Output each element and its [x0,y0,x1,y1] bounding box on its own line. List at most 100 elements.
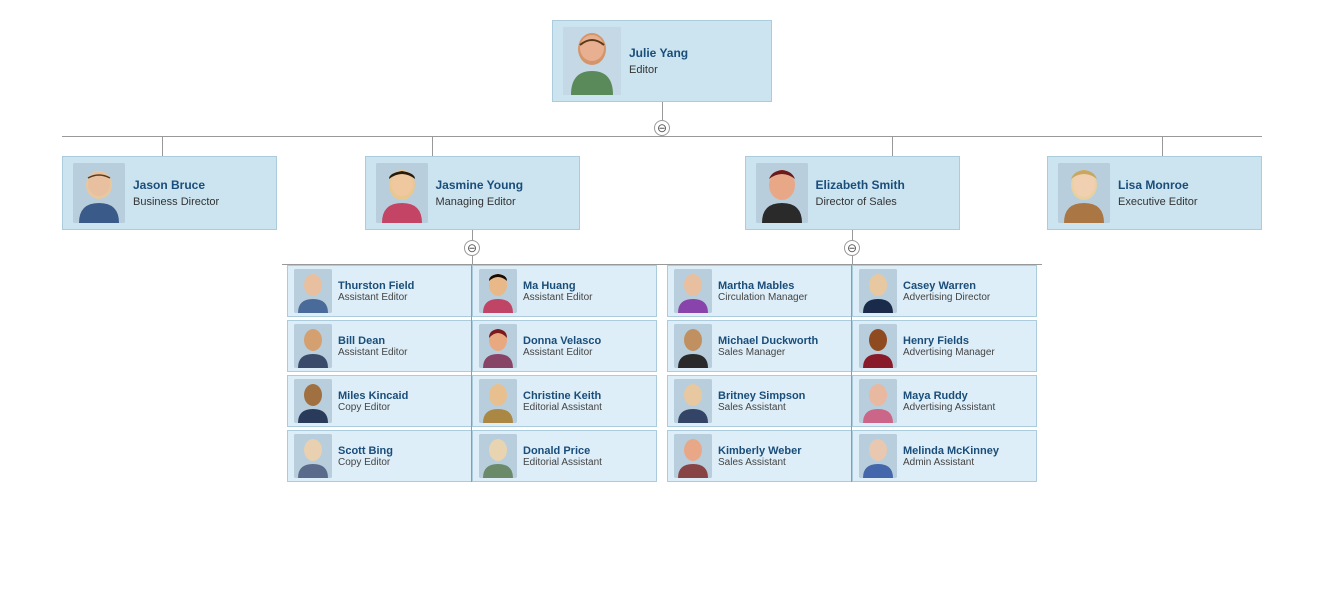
avatar-michael [674,324,712,368]
avatar-maya [859,379,897,423]
jasmine-children: Thurston Field Assistant Editor Bill Dea… [282,265,662,482]
avatar-miles [294,379,332,423]
level1-connector [62,136,1262,156]
card-britney: Britney Simpson Sales Assistant [667,375,852,427]
jasmine-toggle[interactable]: ⊖ [464,240,480,256]
title-michael: Sales Manager [718,347,845,358]
info-kimberly: Kimberly Weber Sales Assistant [718,445,845,468]
title-bill: Assistant Editor [338,347,465,358]
info-christine: Christine Keith Editorial Assistant [523,390,650,413]
info-donna: Donna Velasco Assistant Editor [523,335,650,358]
name-mahuang: Ma Huang [523,280,650,292]
name-kimberly: Kimberly Weber [718,445,845,457]
title-christine: Editorial Assistant [523,402,650,413]
name-bill: Bill Dean [338,335,465,347]
level1-row: Jason Bruce Business Director [62,156,1262,482]
card-thurston: Thurston Field Assistant Editor [287,265,472,317]
elizabeth-col0: Martha Mables Circulation Manager Michae… [662,265,852,482]
info-miles: Miles Kincaid Copy Editor [338,390,465,413]
info-casey: Casey Warren Advertising Director [903,280,1030,303]
jasmine-connector-v2 [472,256,473,264]
card-bill: Bill Dean Assistant Editor [287,320,472,372]
title-miles: Copy Editor [338,402,465,413]
card-lisa: Lisa Monroe Executive Editor [1047,156,1262,230]
elizabeth-connector-v2 [852,256,853,264]
jasmine-col1: Ma Huang Assistant Editor Donna Velasco [472,265,662,482]
card-jasmine: Jasmine Young Managing Editor [365,156,580,230]
title-donald: Editorial Assistant [523,457,650,468]
card-casey: Casey Warren Advertising Director [852,265,1037,317]
name-melinda: Melinda McKinney [903,445,1030,457]
card-christine: Christine Keith Editorial Assistant [472,375,657,427]
jasmine-connector-v [472,230,473,240]
name-jasmine: Jasmine Young [436,178,524,192]
info-melinda: Melinda McKinney Admin Assistant [903,445,1030,468]
name-britney: Britney Simpson [718,390,845,402]
info-mahuang: Ma Huang Assistant Editor [523,280,650,303]
name-maya: Maya Ruddy [903,390,1030,402]
org-chart: Julie Yang Editor ⊖ [0,0,1324,502]
avatar-thurston [294,269,332,313]
elizabeth-toggle[interactable]: ⊖ [844,240,860,256]
branch-jasmine: Jasmine Young Managing Editor ⊖ [282,156,662,482]
info-thurston: Thurston Field Assistant Editor [338,280,465,303]
avatar-scott [294,434,332,478]
info-elizabeth: Elizabeth Smith Director of Sales [816,178,905,208]
elizabeth-col1: Casey Warren Advertising Director Henry … [852,265,1042,482]
elizabeth-connector-v [852,230,853,240]
name-donald: Donald Price [523,445,650,457]
avatar-jasmine [376,163,428,223]
title-henry: Advertising Manager [903,347,1030,358]
info-lisa: Lisa Monroe Executive Editor [1118,178,1197,208]
root-name: Julie Yang [629,46,688,60]
title-scott: Copy Editor [338,457,465,468]
title-britney: Sales Assistant [718,402,845,413]
card-henry: Henry Fields Advertising Manager [852,320,1037,372]
name-miles: Miles Kincaid [338,390,465,402]
branch-elizabeth: Elizabeth Smith Director of Sales ⊖ [662,156,1042,482]
name-christine: Christine Keith [523,390,650,402]
name-martha: Martha Mables [718,280,845,292]
avatar-christine [479,379,517,423]
title-mahuang: Assistant Editor [523,292,650,303]
name-lisa: Lisa Monroe [1118,178,1197,192]
avatar-mahuang [479,269,517,313]
avatar-donald [479,434,517,478]
name-casey: Casey Warren [903,280,1030,292]
card-melinda: Melinda McKinney Admin Assistant [852,430,1037,482]
title-donna: Assistant Editor [523,347,650,358]
title-jason: Business Director [133,196,219,208]
avatar-jason [73,163,125,223]
info-jasmine: Jasmine Young Managing Editor [436,178,524,208]
branch-lisa: Lisa Monroe Executive Editor [1047,156,1262,230]
title-elizabeth: Director of Sales [816,196,905,208]
avatar-elizabeth [756,163,808,223]
title-martha: Circulation Manager [718,292,845,303]
card-jason: Jason Bruce Business Director [62,156,277,230]
avatar-britney [674,379,712,423]
name-thurston: Thurston Field [338,280,465,292]
info-britney: Britney Simpson Sales Assistant [718,390,845,413]
avatar-martha [674,269,712,313]
name-donna: Donna Velasco [523,335,650,347]
avatar-henry [859,324,897,368]
avatar-bill [294,324,332,368]
card-donna: Donna Velasco Assistant Editor [472,320,657,372]
card-miles: Miles Kincaid Copy Editor [287,375,472,427]
card-scott: Scott Bing Copy Editor [287,430,472,482]
title-casey: Advertising Director [903,292,1030,303]
card-maya: Maya Ruddy Advertising Assistant [852,375,1037,427]
branch-jason: Jason Bruce Business Director [62,156,277,230]
root-info: Julie Yang Editor [629,46,688,76]
root-toggle[interactable]: ⊖ [654,120,670,136]
title-melinda: Admin Assistant [903,457,1030,468]
card-mahuang: Ma Huang Assistant Editor [472,265,657,317]
info-michael: Michael Duckworth Sales Manager [718,335,845,358]
card-michael: Michael Duckworth Sales Manager [667,320,852,372]
avatar-kimberly [674,434,712,478]
info-henry: Henry Fields Advertising Manager [903,335,1030,358]
info-jason: Jason Bruce Business Director [133,178,219,208]
info-scott: Scott Bing Copy Editor [338,445,465,468]
info-maya: Maya Ruddy Advertising Assistant [903,390,1030,413]
info-martha: Martha Mables Circulation Manager [718,280,845,303]
